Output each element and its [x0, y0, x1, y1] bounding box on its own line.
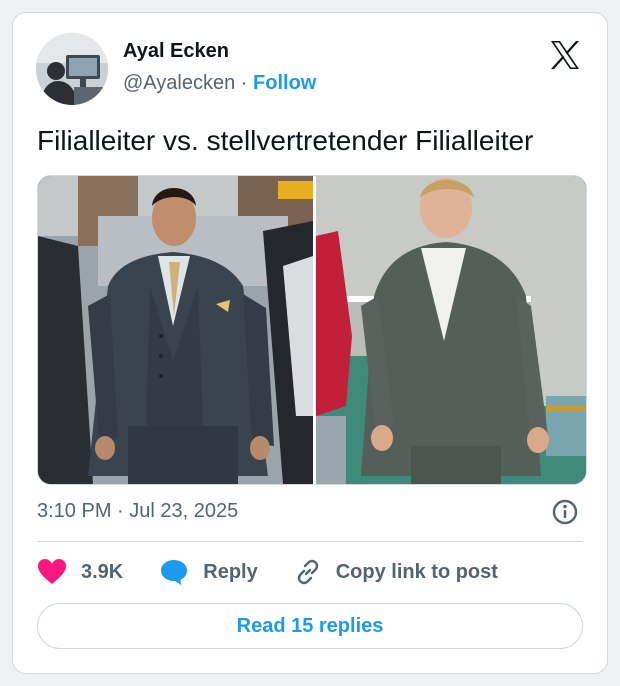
reply-bubble-icon [161, 560, 188, 585]
reply-label: Reply [203, 560, 258, 583]
copy-link-button[interactable]: Copy link to post [294, 558, 498, 586]
info-icon[interactable] [551, 498, 579, 526]
follow-button[interactable]: Follow [253, 72, 316, 94]
separator-dot: · [240, 72, 248, 94]
media-image-right[interactable] [316, 176, 586, 484]
heart-icon [38, 559, 66, 584]
tweet-card: Ayal Ecken @Ayalecken · Follow Filiallei… [12, 12, 608, 674]
like-count: 3.9K [81, 560, 124, 583]
avatar-image [36, 33, 108, 105]
link-icon [297, 559, 318, 585]
divider [37, 541, 583, 542]
avatar[interactable] [36, 33, 108, 105]
suit-man-photo-icon [38, 176, 313, 484]
author-handle[interactable]: @Ayalecken [123, 72, 235, 94]
tweet-timestamp[interactable]: 3:10 PM · Jul 23, 2025 [37, 499, 238, 523]
read-replies-button[interactable]: Read 15 replies [37, 603, 583, 649]
tweet-media[interactable] [37, 175, 587, 485]
reply-button[interactable]: Reply [159, 558, 258, 586]
author-name[interactable]: Ayal Ecken [123, 39, 229, 63]
loose-suit-man-photo-icon [316, 176, 586, 484]
tweet-text: Filialleiter vs. stellvertretender Filia… [37, 125, 534, 156]
copy-link-label: Copy link to post [335, 560, 498, 583]
author-handle-row: @Ayalecken · Follow [123, 71, 316, 95]
media-image-left[interactable] [38, 176, 313, 484]
like-button[interactable]: 3.9K [37, 558, 123, 586]
x-logo-icon[interactable] [547, 37, 583, 73]
action-bar: 3.9K Reply Copy link to post [37, 556, 534, 588]
